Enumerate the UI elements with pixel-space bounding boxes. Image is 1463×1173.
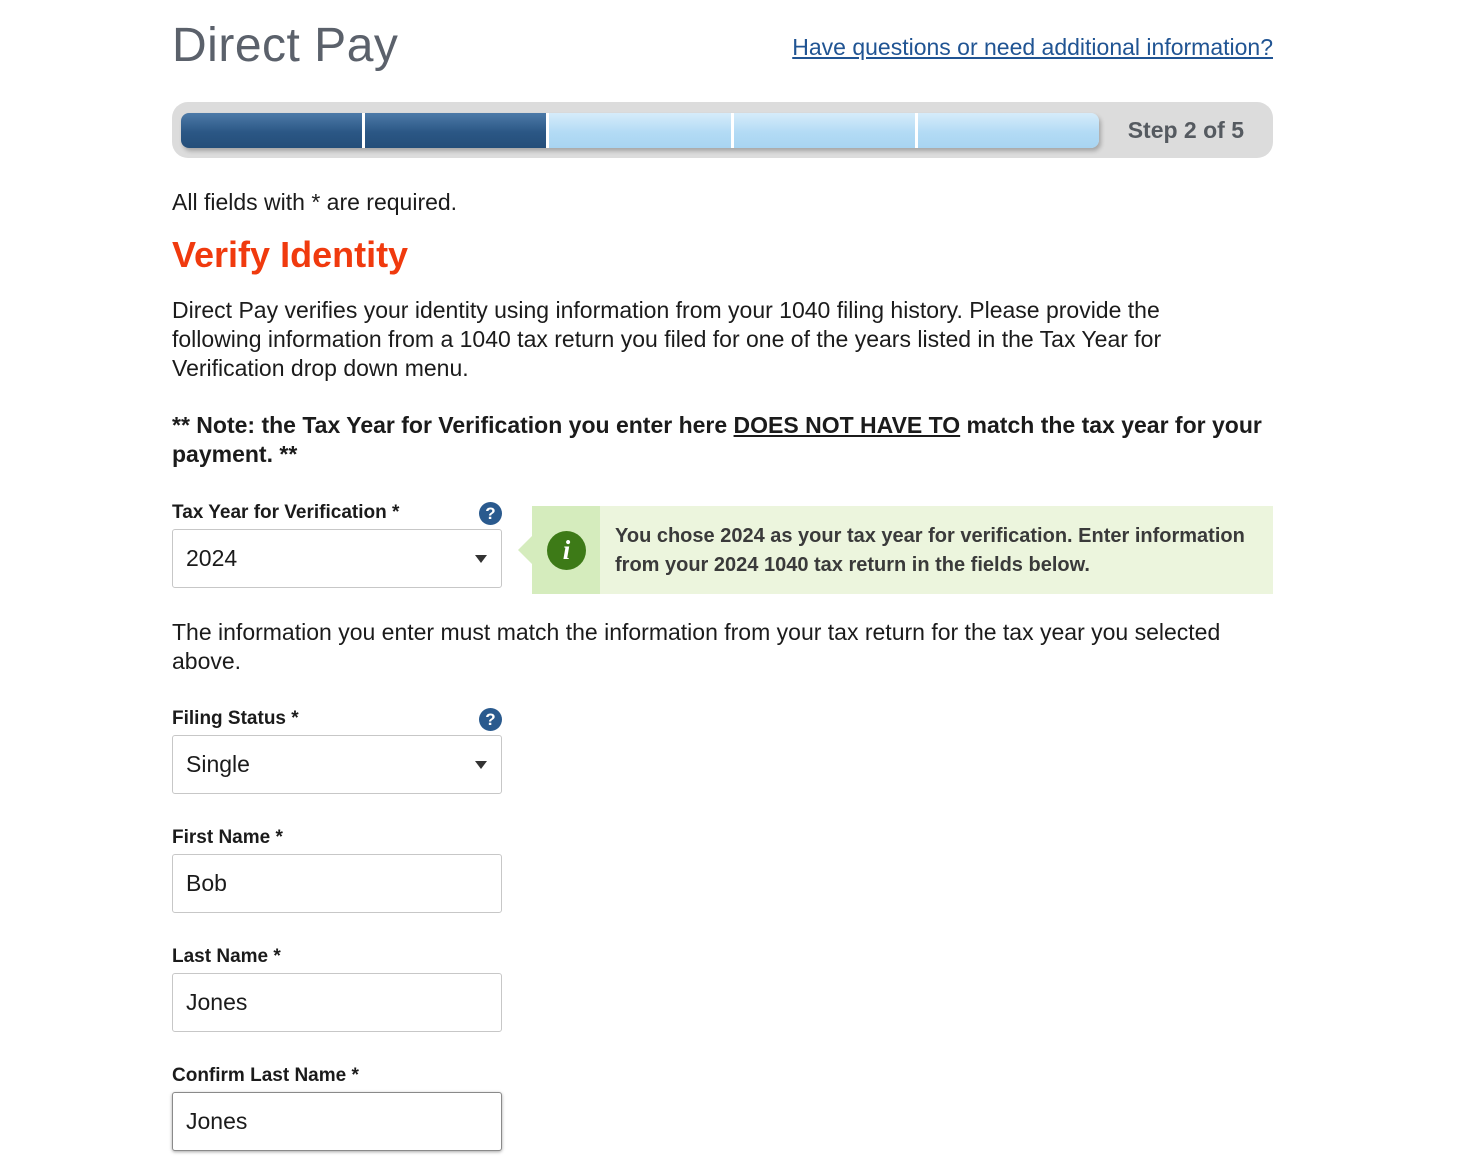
confirm-last-name-label: Confirm Last Name * (172, 1065, 359, 1086)
tax-year-select[interactable]: 2024 (172, 529, 502, 588)
question-mark-icon[interactable]: ? (479, 708, 502, 731)
filing-status-select[interactable]: Single (172, 735, 502, 794)
tax-year-label: Tax Year for Verification * (172, 502, 400, 523)
match-note: The information you enter must match the… (172, 619, 1221, 674)
chevron-down-icon (475, 555, 487, 563)
progress-segment-1 (181, 113, 366, 148)
info-message: i You chose 2024 as your tax year for ve… (518, 506, 1273, 594)
verification-note: ** Note: the Tax Year for Verification y… (172, 411, 1273, 469)
page-header: Direct Pay Have questions or need additi… (172, 0, 1273, 100)
section-title: Verify Identity (172, 234, 409, 275)
last-name-label: Last Name * (172, 946, 281, 967)
app-title: Direct Pay (172, 19, 399, 72)
question-mark-icon[interactable]: ? (479, 502, 502, 525)
note-emphasis: DOES NOT HAVE TO (733, 412, 961, 438)
info-pointer (518, 536, 532, 564)
progress-segment-5 (917, 113, 1099, 148)
progress-track (181, 113, 1099, 148)
step-indicator: Step 2 of 5 (1127, 117, 1244, 143)
info-icon: i (547, 531, 586, 570)
required-fields-note: All fields with * are required. (172, 189, 458, 215)
page-container: Direct Pay Have questions or need additi… (172, 0, 1273, 1151)
progress-bar: Step 2 of 5 (172, 102, 1273, 158)
intro-text: Direct Pay verifies your identity using … (172, 297, 1162, 381)
filing-status-value: Single (186, 751, 250, 777)
note-prefix: ** Note: the Tax Year for Verification y… (172, 412, 734, 438)
progress-segment-2 (365, 113, 550, 148)
progress-segment-3 (549, 113, 734, 148)
tax-year-value: 2024 (186, 545, 238, 571)
help-link[interactable]: Have questions or need additional inform… (792, 34, 1273, 61)
info-icon-cell: i (532, 506, 600, 594)
filing-status-label: Filing Status * (172, 708, 299, 729)
info-message-text: You chose 2024 as your tax year for veri… (615, 525, 1245, 576)
confirm-last-name-input[interactable]: Jones (172, 1092, 502, 1151)
first-name-input[interactable]: Bob (172, 854, 502, 913)
first-name-label: First Name * (172, 827, 283, 848)
progress-segment-4 (733, 113, 918, 148)
last-name-input[interactable]: Jones (172, 973, 502, 1032)
chevron-down-icon (475, 761, 487, 769)
